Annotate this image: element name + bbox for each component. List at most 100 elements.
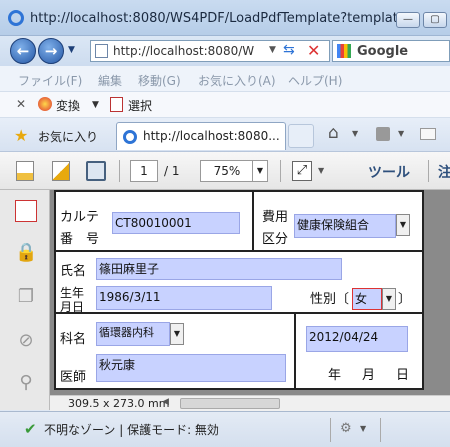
karute-label-1: カルテ (60, 210, 100, 225)
security-dropdown-icon[interactable]: ▼ (360, 424, 366, 433)
pdf-page: カルテ 番 号 CT80010001 費用 区分 健康保険組合 ▼ 氏名 篠田麻… (54, 190, 424, 390)
window-title: http://localhost:8080/WS4PDF/LoadPdfTemp… (30, 11, 411, 26)
copy-icon[interactable]: ❐ (15, 286, 37, 308)
create-pdf-icon[interactable] (16, 161, 34, 181)
rss-icon[interactable] (376, 127, 390, 141)
back-button[interactable]: ← (10, 38, 36, 64)
page-icon (95, 44, 108, 58)
karute-number-field[interactable]: CT80010001 (112, 212, 240, 234)
menu-file[interactable]: ファイル(F) (18, 72, 82, 89)
pdf-sidebar: 🔒 ❐ ⊘ ⚲ (0, 190, 50, 410)
tab-title: http://localhost:8080... (143, 129, 280, 143)
toolbar-divider-2 (280, 160, 281, 182)
stop-icon[interactable]: ✕ (307, 41, 320, 60)
cost-category-dropdown-icon[interactable]: ▼ (396, 214, 410, 236)
doctor-label: 医師 (60, 370, 87, 385)
tab-current[interactable]: http://localhost:8080... (116, 122, 286, 150)
pdf-toolbar: 1 / 1 75% ▼ ⤢ ▼ ツール 注 (0, 152, 450, 190)
google-icon (337, 44, 351, 58)
favorites-bar: ★ お気に入り http://localhost:8080... ⌂ ▼ ▼ (0, 118, 450, 152)
save-icon[interactable] (86, 161, 106, 181)
fit-dropdown-icon[interactable]: ▼ (318, 166, 324, 175)
fit-page-icon[interactable]: ⤢ (292, 161, 312, 181)
grid-line-2 (56, 312, 422, 314)
home-icon[interactable]: ⌂ (328, 123, 339, 143)
binoculars-icon[interactable]: ⚲ (15, 372, 37, 394)
security-icon[interactable]: ⚙ (340, 421, 352, 436)
menu-edit[interactable]: 編集 (98, 72, 122, 89)
toolbar-divider-3 (428, 160, 429, 182)
pages-icon[interactable] (15, 200, 37, 222)
hiyo-label-2: 区分 (262, 232, 289, 247)
menu-help[interactable]: ヘルプ(H) (288, 72, 342, 89)
rss-dropdown-icon[interactable]: ▼ (398, 129, 404, 138)
tools-button[interactable]: ツール (368, 162, 410, 182)
maximize-button[interactable]: ▢ (423, 12, 447, 28)
page-number-input[interactable]: 1 (130, 160, 158, 182)
home-dropdown-icon[interactable]: ▼ (352, 129, 358, 138)
department-dropdown-icon[interactable]: ▼ (170, 323, 184, 345)
convert-icon (38, 97, 52, 111)
forward-button[interactable]: → (38, 38, 64, 64)
address-row: ← → ▼ http://localhost:8080/W ▼ ⇆ ✕ Goog… (0, 36, 450, 66)
ie-logo-icon (8, 10, 24, 26)
address-bar[interactable]: http://localhost:8080/W ▼ ⇆ ✕ (90, 40, 330, 62)
horizontal-scrollbar[interactable]: 309.5 x 273.0 mm ◀ (50, 395, 450, 411)
date-day-label: 日 (396, 368, 410, 383)
search-box[interactable]: Google (332, 40, 450, 62)
menu-bar: ファイル(F) 編集 移動(G) お気に入り(A) ヘルプ(H) (0, 66, 450, 92)
status-divider-2 (380, 418, 381, 442)
select-button[interactable]: 選択 (128, 97, 152, 114)
links-bar: ✕ 変換 ▼ 選択 (0, 92, 450, 118)
birth-label-2: 月日 (60, 300, 85, 314)
star-icon[interactable]: ★ (14, 126, 28, 145)
convert-button[interactable]: 変換 (56, 97, 80, 114)
zoom-select[interactable]: 75% (200, 160, 254, 182)
document-view: カルテ 番 号 CT80010001 費用 区分 健康保険組合 ▼ 氏名 篠田麻… (50, 190, 450, 395)
date-month-label: 月 (362, 368, 376, 383)
new-tab-button[interactable] (288, 124, 314, 148)
select-icon (110, 97, 123, 112)
toolbar-divider (119, 160, 120, 182)
lock-icon[interactable]: 🔒 (15, 242, 37, 264)
close-icon[interactable]: ✕ (16, 97, 26, 111)
comment-button[interactable]: 注 (438, 162, 450, 182)
cost-category-select[interactable]: 健康保険組合 (294, 214, 396, 238)
department-select[interactable]: 循環器内科 (96, 322, 170, 346)
sex-dropdown-icon[interactable]: ▼ (382, 288, 396, 310)
title-bar: http://localhost:8080/WS4PDF/LoadPdfTemp… (0, 0, 450, 36)
status-bar: ✔ 不明なゾーン | 保護モード: 無効 ⚙ ▼ (0, 411, 450, 447)
karute-label-2: 番 号 (60, 232, 100, 247)
date-field[interactable]: 2012/04/24 (306, 326, 408, 352)
doctor-name-field[interactable]: 秋元康 (96, 354, 286, 382)
birthdate-field[interactable]: 1986/3/11 (96, 286, 272, 310)
name-label: 氏名 (60, 264, 87, 279)
zoom-dropdown-icon[interactable]: ▼ (252, 160, 268, 182)
patient-name-field[interactable]: 篠田麻里子 (96, 258, 342, 280)
sex-close: 〕 (398, 292, 412, 307)
zone-status: 不明なゾーン | 保護モード: 無効 (44, 423, 219, 437)
minimize-button[interactable]: — (396, 12, 420, 28)
sex-select[interactable]: 女 (352, 288, 382, 310)
convert-dropdown-icon[interactable]: ▼ (92, 100, 99, 110)
date-year-label: 年 (328, 368, 342, 383)
page-size-label: 309.5 x 273.0 mm (68, 397, 170, 410)
favorites-button[interactable]: お気に入り (38, 128, 98, 145)
search-engine-label: Google (357, 44, 409, 59)
edit-pdf-icon[interactable] (52, 161, 70, 181)
history-dropdown-icon[interactable]: ▼ (68, 45, 75, 55)
mail-icon[interactable] (420, 128, 436, 140)
dept-label: 科名 (60, 332, 87, 347)
ie-tab-icon (123, 130, 137, 144)
compat-icon[interactable]: ⇆ (283, 42, 295, 58)
scroll-left-icon[interactable]: ◀ (162, 397, 169, 407)
hiyo-label-1: 費用 (262, 210, 289, 225)
address-dropdown-icon[interactable]: ▼ (269, 45, 276, 55)
menu-favorites[interactable]: お気に入り(A) (198, 72, 276, 89)
grid-line-1 (56, 250, 422, 252)
scroll-thumb[interactable] (180, 398, 280, 409)
menu-go[interactable]: 移動(G) (138, 72, 181, 89)
status-divider (330, 418, 331, 442)
address-input[interactable]: http://localhost:8080/W (113, 44, 254, 58)
attachment-icon[interactable]: ⊘ (15, 330, 37, 352)
